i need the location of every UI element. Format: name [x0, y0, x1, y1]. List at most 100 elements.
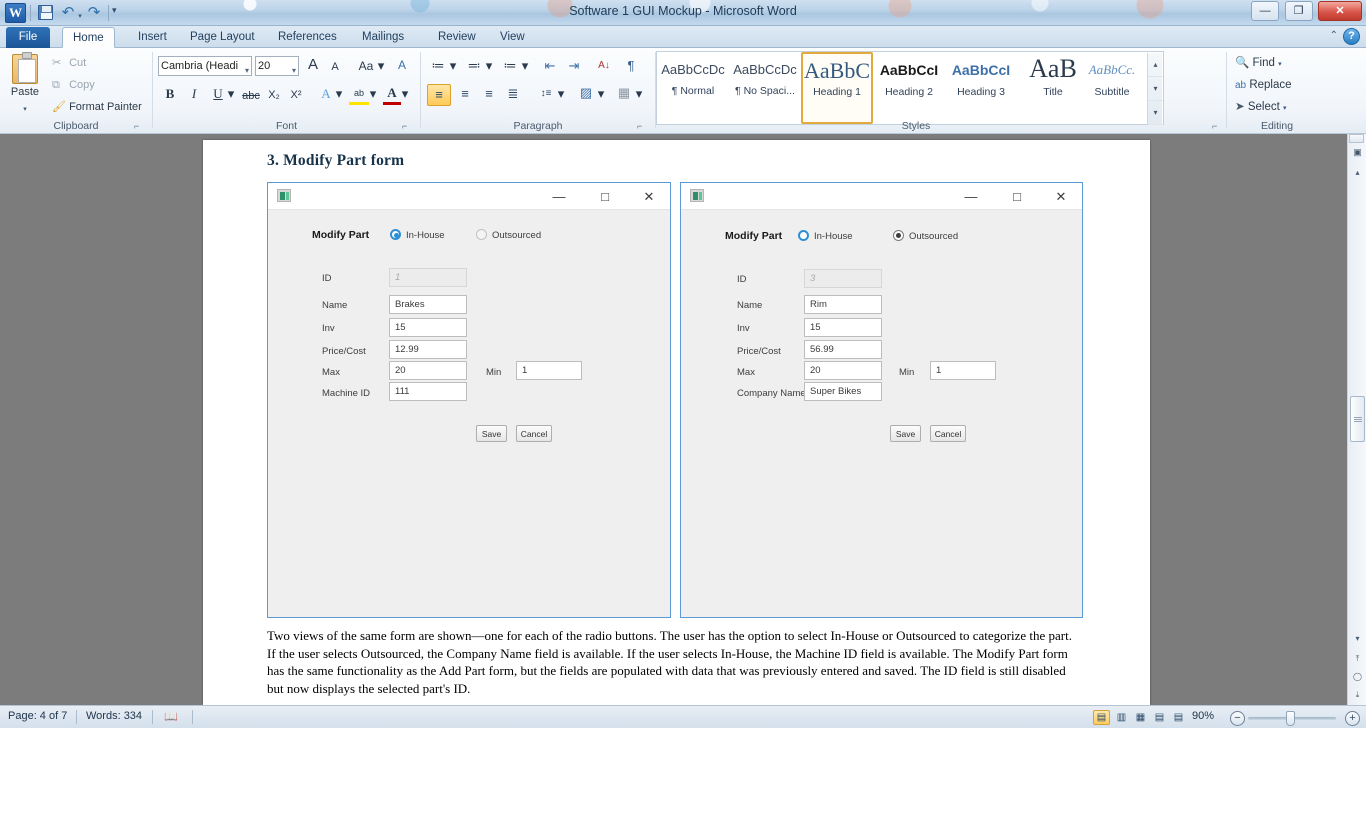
change-case-caret-icon[interactable]: ▾	[377, 60, 385, 82]
copy-button[interactable]: ⧉ Copy	[52, 77, 95, 94]
word-count[interactable]: Words: 334	[86, 710, 142, 722]
styles-gallery-scrollbar[interactable]: ▴ ▾ ▾	[1147, 53, 1162, 125]
restore-button[interactable]: ❐	[1285, 1, 1313, 21]
line-spacing-icon[interactable]: ↕≡	[533, 84, 559, 106]
document-vertical-scrollbar[interactable]: ▣ ▴ ▾ ⤒ ◯ ⤓	[1347, 134, 1366, 705]
radio-in-house[interactable]: In-House	[390, 229, 445, 241]
align-center-button[interactable]: ≡	[453, 84, 477, 106]
shrink-font-icon[interactable]: A	[325, 57, 345, 79]
view-draft-button[interactable]: ▤	[1170, 710, 1187, 725]
styles-scroll-down-icon[interactable]: ▾	[1148, 77, 1163, 101]
save-button[interactable]: Save	[476, 425, 507, 442]
field-input-machine-id[interactable]: 111	[389, 382, 467, 401]
previous-page-button[interactable]: ⤒	[1349, 650, 1366, 667]
help-icon[interactable]: ?	[1343, 28, 1360, 45]
tab-page-layout[interactable]: Page Layout	[180, 27, 265, 48]
find-button[interactable]: 🔍 Find ▾	[1235, 54, 1282, 73]
radio-in-house-icon[interactable]	[390, 229, 401, 240]
field-input-company-name[interactable]: Super Bikes	[804, 382, 882, 401]
radio-outsourced-icon[interactable]	[893, 230, 904, 241]
select-browse-object-button[interactable]: ◯	[1349, 668, 1366, 685]
cancel-button[interactable]: Cancel	[930, 425, 966, 442]
tab-review[interactable]: Review	[428, 27, 486, 48]
view-outline-button[interactable]: ▤	[1151, 710, 1168, 725]
style-subtitle[interactable]: AaBbCc. Subtitle	[1074, 52, 1150, 124]
bullets-caret-icon[interactable]: ▾	[449, 60, 457, 82]
subscript-button[interactable]: X₂	[265, 85, 283, 107]
collapse-ribbon-icon[interactable]: ⌃	[1330, 30, 1338, 41]
tab-view[interactable]: View	[490, 27, 535, 48]
mockup-maximize-button[interactable]: □	[1002, 187, 1032, 206]
zoom-level[interactable]: 90%	[1192, 710, 1214, 722]
font-dialog-launcher[interactable]: ⌐	[402, 121, 412, 131]
field-input-inv[interactable]: 15	[389, 318, 467, 337]
tab-home[interactable]: Home	[62, 27, 115, 48]
view-print-layout-button[interactable]: ▤	[1093, 710, 1110, 725]
field-input-max[interactable]: 20	[804, 361, 882, 380]
strikethrough-button[interactable]: abc	[239, 86, 263, 108]
cut-button[interactable]: ✂ Cut	[52, 55, 86, 72]
font-color-caret-icon[interactable]: ▾	[401, 88, 409, 110]
align-left-button[interactable]: ≡	[427, 84, 451, 106]
paste-dropdown-caret[interactable]: ▾	[23, 106, 27, 113]
zoom-in-button[interactable]: +	[1345, 711, 1360, 726]
close-button[interactable]: ✕	[1318, 1, 1362, 21]
field-input-price-cost[interactable]: 12.99	[389, 340, 467, 359]
styles-scroll-up-icon[interactable]: ▴	[1148, 53, 1163, 77]
style-normal[interactable]: AaBbCcDc ¶ Normal	[657, 52, 729, 124]
clipboard-dialog-launcher[interactable]: ⌐	[134, 121, 144, 131]
style-heading-2[interactable]: AaBbCcI Heading 2	[873, 52, 945, 124]
mockup-minimize-button[interactable]: —	[956, 187, 986, 206]
tab-insert[interactable]: Insert	[128, 27, 177, 48]
clear-formatting-icon[interactable]: A	[391, 55, 413, 77]
paste-button[interactable]: Paste ▾	[8, 52, 42, 116]
minimize-button[interactable]: —	[1251, 1, 1279, 21]
radio-outsourced[interactable]: Outsourced	[893, 230, 958, 242]
radio-outsourced-icon[interactable]	[476, 229, 487, 240]
shading-caret-icon[interactable]: ▾	[597, 88, 605, 110]
browse-object-icon[interactable]: ▣	[1350, 145, 1365, 160]
scroll-thumb[interactable]	[1350, 396, 1365, 442]
cancel-button[interactable]: Cancel	[516, 425, 552, 442]
line-spacing-caret-icon[interactable]: ▾	[557, 88, 565, 110]
highlight-caret-icon[interactable]: ▾	[369, 88, 377, 110]
zoom-out-button[interactable]: −	[1230, 711, 1245, 726]
font-name-input[interactable]: Cambria (Headi ▾	[158, 56, 252, 76]
tab-mailings[interactable]: Mailings	[352, 27, 414, 48]
style-heading-3[interactable]: AaBbCcI Heading 3	[945, 52, 1017, 124]
page-indicator[interactable]: Page: 4 of 7	[8, 710, 67, 722]
mockup-minimize-button[interactable]: —	[544, 187, 574, 206]
borders-caret-icon[interactable]: ▾	[635, 88, 643, 110]
view-full-screen-reading-button[interactable]: ▥	[1113, 710, 1130, 725]
underline-button[interactable]: U	[209, 84, 227, 106]
field-input-min[interactable]: 1	[516, 361, 582, 380]
tab-file[interactable]: File	[6, 27, 50, 48]
zoom-slider-knob[interactable]	[1286, 711, 1295, 726]
bold-button[interactable]: B	[161, 84, 179, 106]
field-input-name[interactable]: Rim	[804, 295, 882, 314]
highlight-icon[interactable]: ab	[349, 83, 369, 105]
mockup-close-button[interactable]: ✕	[634, 187, 664, 206]
select-caret-icon[interactable]: ▾	[1283, 105, 1287, 112]
next-page-button[interactable]: ⤓	[1349, 686, 1366, 703]
text-effects-caret-icon[interactable]: ▾	[335, 88, 343, 110]
bullets-icon[interactable]: ≔	[427, 56, 449, 78]
paragraph-dialog-launcher[interactable]: ⌐	[637, 121, 647, 131]
underline-caret-icon[interactable]: ▾	[227, 88, 235, 110]
font-size-caret-icon[interactable]: ▾	[292, 62, 296, 80]
field-input-min[interactable]: 1	[930, 361, 996, 380]
numbering-icon[interactable]: ≕	[463, 56, 485, 78]
show-formatting-marks-icon[interactable]: ¶	[621, 56, 641, 78]
justify-button[interactable]: ≣	[501, 84, 525, 106]
field-input-price-cost[interactable]: 56.99	[804, 340, 882, 359]
styles-dialog-launcher[interactable]: ⌐	[1212, 121, 1222, 131]
shading-icon[interactable]: ▨	[575, 83, 597, 105]
radio-in-house-icon[interactable]	[798, 230, 809, 241]
font-size-input[interactable]: 20 ▾	[255, 56, 299, 76]
italic-button[interactable]: I	[185, 84, 203, 106]
increase-indent-icon[interactable]: ⇥	[563, 56, 585, 78]
field-input-name[interactable]: Brakes	[389, 295, 467, 314]
select-button[interactable]: ➤ Select ▾	[1235, 98, 1287, 117]
proofing-errors-icon[interactable]: 📖	[164, 710, 178, 723]
sort-icon[interactable]: A↓	[593, 56, 615, 78]
